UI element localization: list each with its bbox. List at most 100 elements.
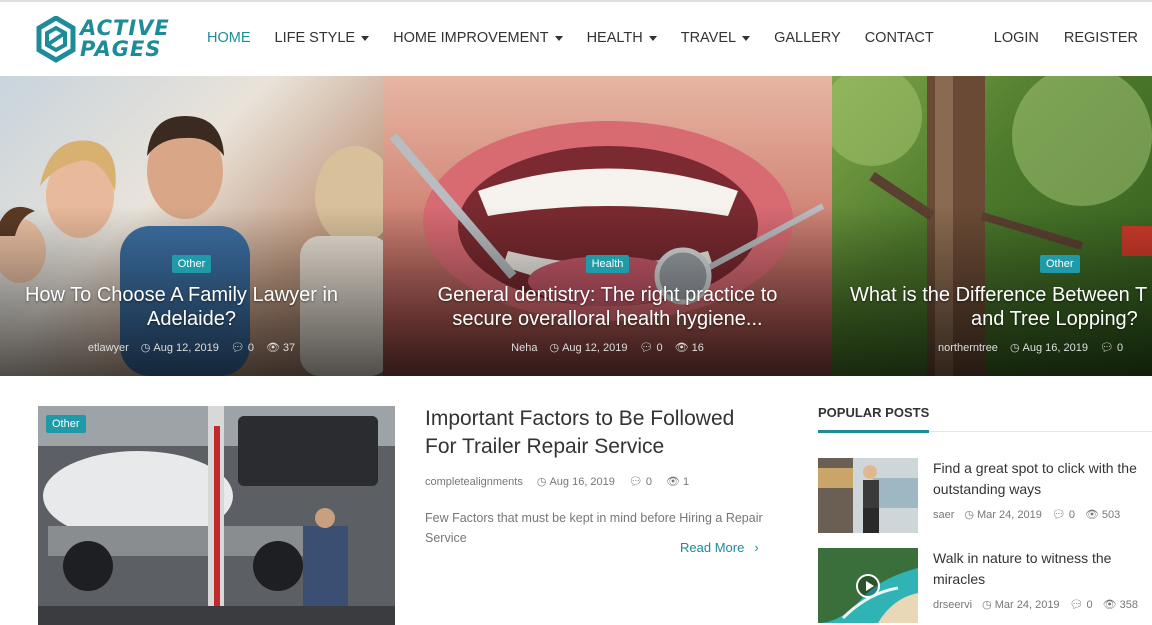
site-header: ACTIVE PAGES HOME LIFE STYLE HOME IMPROV… [0, 2, 1152, 76]
date: ◷ Aug 16, 2019 [537, 475, 615, 488]
nav-home[interactable]: HOME [207, 30, 251, 46]
clock-icon: ◷ [549, 342, 560, 354]
login-link[interactable]: LOGIN [994, 30, 1039, 46]
clock-icon: ◷ [964, 509, 975, 521]
comment-icon: 💬︎ [230, 342, 245, 354]
auth-links: LOGIN REGISTER [969, 30, 1138, 46]
popular-post-title[interactable]: Walk in nature to witness the miracles [933, 548, 1152, 590]
popular-post-thumb[interactable] [818, 458, 918, 533]
category-badge[interactable]: Other [46, 415, 86, 433]
slide-title-line: What is the Difference Between T [850, 284, 1148, 306]
nav-label: LIFE STYLE [274, 30, 356, 46]
nav-health[interactable]: HEALTH [587, 30, 657, 46]
comments: 💬︎ 0 [640, 341, 663, 354]
nav-label: HOME IMPROVEMENT [393, 30, 549, 46]
comment-count: 0 [645, 476, 652, 488]
author[interactable]: completealignments [425, 476, 523, 488]
register-link[interactable]: REGISTER [1064, 30, 1138, 46]
comments: 💬︎ 0 [231, 341, 254, 354]
comment-icon: 💬︎ [1051, 509, 1066, 521]
date-text: Aug 12, 2019 [153, 342, 219, 354]
woman-photo [818, 458, 918, 533]
logo-line-1: ACTIVE [80, 16, 170, 40]
slide-title-line: Adelaide? [147, 308, 236, 330]
nav-label: TRAVEL [680, 30, 737, 46]
nav-travel[interactable]: TRAVEL [680, 30, 751, 46]
caret-down-icon [554, 35, 563, 41]
slide-item[interactable]: Other What is the Difference Between T a… [832, 76, 1152, 376]
comment-count: 0 [1116, 342, 1124, 354]
views: 👁︎ 358 [1103, 598, 1138, 611]
popular-post-title[interactable]: Find a great spot to click with the outs… [933, 458, 1152, 500]
slide-title[interactable]: General dentistry: The right practice to… [383, 283, 832, 331]
slide-meta: Neha ◷ Aug 12, 2019 💬︎ 0 👁︎ 16 [383, 341, 832, 355]
views: 👁︎ 503 [1085, 508, 1120, 521]
comments: 💬︎ 0 [1070, 598, 1093, 611]
chevron-right-icon: › [754, 540, 759, 555]
slide-title[interactable]: How To Choose A Family Lawyer in Adelaid… [0, 283, 383, 331]
comment-count: 0 [1086, 599, 1093, 611]
category-badge[interactable]: Health [585, 255, 630, 273]
date: ◷ Aug 12, 2019 [141, 341, 219, 354]
eye-icon: 👁︎ [1084, 509, 1099, 521]
nav-gallery[interactable]: GALLERY [774, 30, 841, 46]
views: 👁︎ 16 [675, 341, 704, 354]
date-text: Aug 16, 2019 [1022, 342, 1088, 354]
date: ◷ Aug 12, 2019 [549, 341, 627, 354]
slide-item[interactable]: Other How To Choose A Family Lawyer in A… [0, 76, 383, 376]
nav-contact[interactable]: CONTACT [865, 30, 934, 46]
heading-accent [818, 430, 929, 433]
eye-icon: 👁︎ [1102, 599, 1117, 611]
clock-icon: ◷ [140, 342, 151, 354]
popular-post-title-line: Walk in nature to witness the [933, 550, 1112, 566]
truck-repair-photo [38, 406, 395, 625]
author[interactable]: etlawyer [88, 342, 129, 354]
eye-icon: 👁︎ [666, 476, 680, 488]
popular-post-title-line: outstanding ways [933, 481, 1042, 497]
slide-content: Other How To Choose A Family Lawyer in A… [0, 254, 383, 354]
play-icon[interactable] [856, 574, 880, 598]
clock-icon: ◷ [536, 476, 547, 488]
view-count: 1 [682, 476, 690, 488]
popular-post-thumb[interactable] [818, 548, 918, 623]
nav-life-style[interactable]: LIFE STYLE [275, 30, 370, 46]
comments: 💬︎ 0 [629, 475, 652, 488]
eye-icon: 👁︎ [265, 342, 280, 354]
article-title[interactable]: Important Factors to Be Followed For Tra… [425, 405, 785, 461]
slide-meta: northerntree ◷ Aug 16, 2019 💬︎ 0 [938, 341, 1152, 355]
slide-item[interactable]: Health General dentistry: The right prac… [383, 76, 832, 376]
date-text: Aug 12, 2019 [562, 342, 628, 354]
article-title-line: Important Factors to Be Followed [425, 407, 735, 430]
article-image[interactable] [38, 406, 395, 625]
comments: 💬︎ 0 [1052, 508, 1075, 521]
category-badge[interactable]: Other [1040, 255, 1080, 273]
read-more-link[interactable]: Read More › [680, 540, 759, 555]
slide-title-line: General dentistry: The right practice to [437, 284, 778, 306]
main-nav: HOME LIFE STYLE HOME IMPROVEMENT HEALTH … [207, 30, 958, 46]
slide-content: Other What is the Difference Between T a… [832, 254, 1152, 354]
popular-post-title-line: miracles [933, 571, 986, 587]
author[interactable]: Neha [511, 342, 537, 354]
author[interactable]: drseervi [933, 599, 972, 611]
author[interactable]: saer [933, 509, 954, 521]
clock-icon: ◷ [1009, 342, 1020, 354]
eye-icon: 👁︎ [674, 342, 689, 354]
site-logo[interactable]: ACTIVE PAGES [36, 16, 186, 66]
article-title-line: For Trailer Repair Service [425, 435, 665, 458]
slide-title[interactable]: What is the Difference Between T and Tre… [832, 283, 1152, 331]
nav-home-improvement[interactable]: HOME IMPROVEMENT [393, 30, 563, 46]
date-text: Aug 16, 2019 [549, 476, 615, 488]
category-badge[interactable]: Other [171, 255, 212, 273]
nav-label: GALLERY [774, 30, 841, 46]
popular-post-meta: drseervi ◷ Mar 24, 2019 💬︎ 0 👁︎ 358 [933, 598, 1138, 612]
logo-line-2: PAGES [80, 37, 162, 61]
logo-text: ACTIVE PAGES [80, 18, 170, 60]
logo-icon [36, 16, 76, 63]
view-count: 358 [1119, 599, 1138, 611]
comment-icon: 💬︎ [1069, 599, 1084, 611]
slide-title-line: How To Choose A Family Lawyer in [24, 284, 339, 306]
views: 👁︎ 1 [666, 475, 689, 488]
popular-post-title-line: Find a great spot to click with the [933, 460, 1137, 476]
slide-title-line: secure overalloral health hygiene... [452, 308, 763, 330]
author[interactable]: northerntree [938, 342, 998, 354]
